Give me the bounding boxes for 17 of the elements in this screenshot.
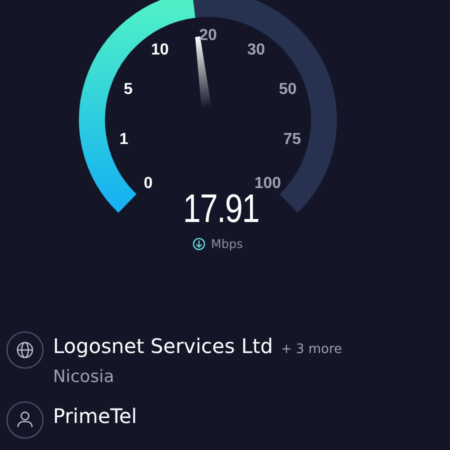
more-link[interactable]: + 3 more <box>280 342 342 357</box>
host-name: PrimeTel <box>53 403 137 430</box>
location-text: Nicosia <box>53 367 116 387</box>
scale-label: 1 <box>119 130 128 148</box>
scale-label: 30 <box>247 42 265 59</box>
download-icon <box>192 238 206 250</box>
scale-label: 10 <box>151 42 169 59</box>
person-icon <box>6 401 44 439</box>
provider-name: Logosnet Services Ltd <box>53 333 273 360</box>
scale-label: 50 <box>278 80 297 98</box>
scale-label: 100 <box>254 174 282 192</box>
speed-unit: Mbps <box>211 237 243 251</box>
scale-label: 20 <box>199 27 217 44</box>
scale-label: 5 <box>124 80 133 98</box>
scale-label: 0 <box>144 174 153 192</box>
globe-icon <box>6 331 44 369</box>
scale-label: 75 <box>283 130 302 148</box>
